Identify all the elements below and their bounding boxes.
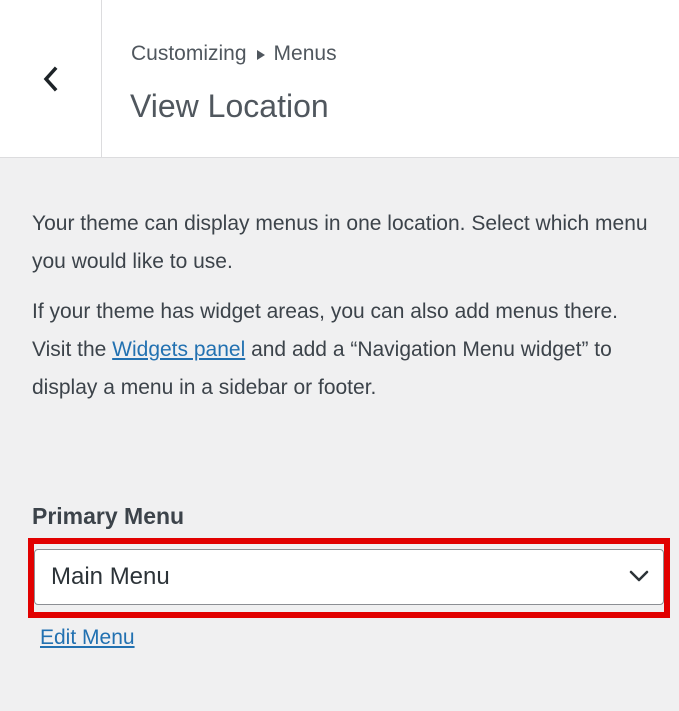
panel-header: Customizing Menus View Location (0, 0, 679, 158)
primary-menu-label: Primary Menu (32, 503, 185, 529)
description-paragraph-2: If your theme has widget areas, you can … (32, 293, 662, 407)
triangle-right-icon (256, 50, 265, 60)
chevron-left-icon (43, 66, 57, 91)
edit-menu-link[interactable]: Edit Menu (40, 626, 135, 650)
widgets-panel-link[interactable]: Widgets panel (112, 338, 245, 361)
primary-menu-select[interactable]: Main Menu (34, 549, 664, 605)
selected-menu-value: Main Menu (51, 563, 170, 590)
customizer-panel: Customizing Menus View Location Your the… (0, 0, 679, 711)
panel-description: Your theme can display menus in one loca… (32, 205, 662, 407)
breadcrumb: Customizing Menus (131, 42, 337, 66)
breadcrumb-section: Menus (273, 42, 337, 65)
description-paragraph-1: Your theme can display menus in one loca… (32, 212, 648, 273)
breadcrumb-root: Customizing (131, 42, 247, 65)
chevron-down-icon (629, 570, 649, 582)
back-button[interactable] (0, 0, 102, 157)
page-title: View Location (130, 88, 329, 124)
